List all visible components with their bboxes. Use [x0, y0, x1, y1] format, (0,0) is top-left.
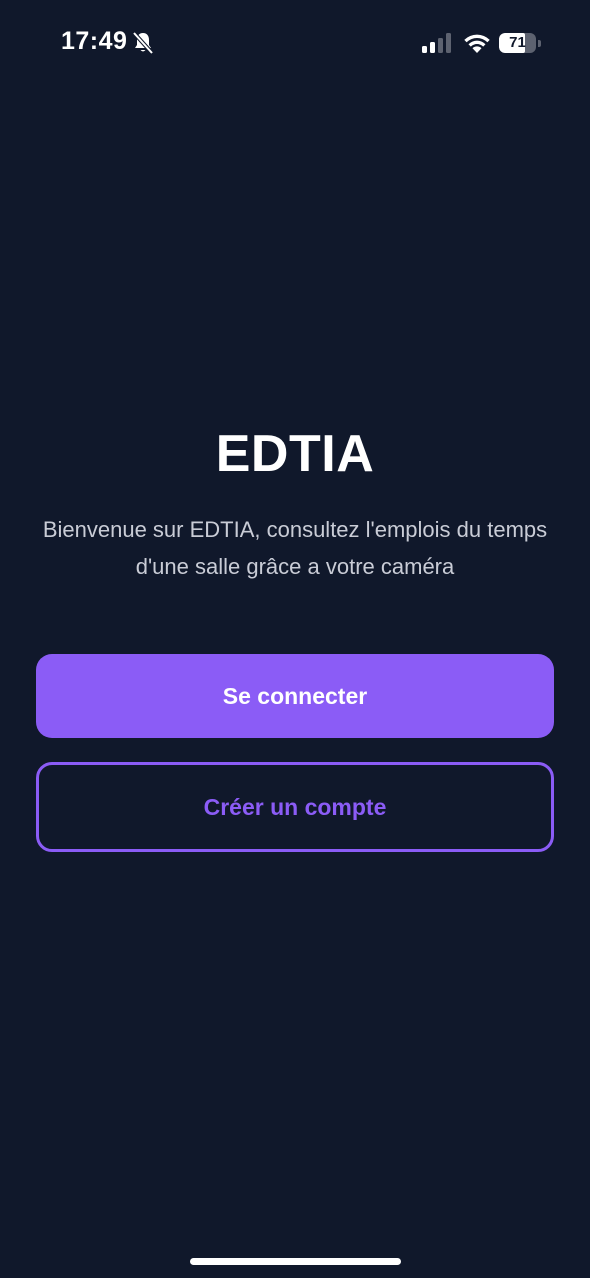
create-account-button-label: Créer un compte	[203, 793, 387, 820]
cellular-signal-icon	[422, 33, 451, 53]
battery-body: 71	[499, 33, 536, 53]
welcome-screen: 17:49 71 EDTIA Bienvenue sur EDTIA, cons…	[0, 0, 590, 1278]
welcome-description: Bienvenue sur EDTIA, consultez l'emplois…	[42, 517, 548, 579]
login-button-label: Se connecter	[222, 682, 368, 709]
battery-level: 71	[509, 34, 526, 51]
create-account-button[interactable]: Créer un compte	[36, 762, 554, 852]
bell-slash-icon	[132, 31, 154, 55]
wifi-icon	[464, 34, 490, 53]
login-button[interactable]: Se connecter	[36, 654, 554, 738]
home-indicator[interactable]	[190, 1258, 401, 1265]
status-bar: 17:49 71	[0, 0, 590, 88]
battery-icon: 71	[499, 33, 542, 53]
app-title: EDTIA	[215, 425, 375, 483]
battery-cap	[538, 40, 541, 47]
status-time: 17:49	[61, 27, 128, 55]
